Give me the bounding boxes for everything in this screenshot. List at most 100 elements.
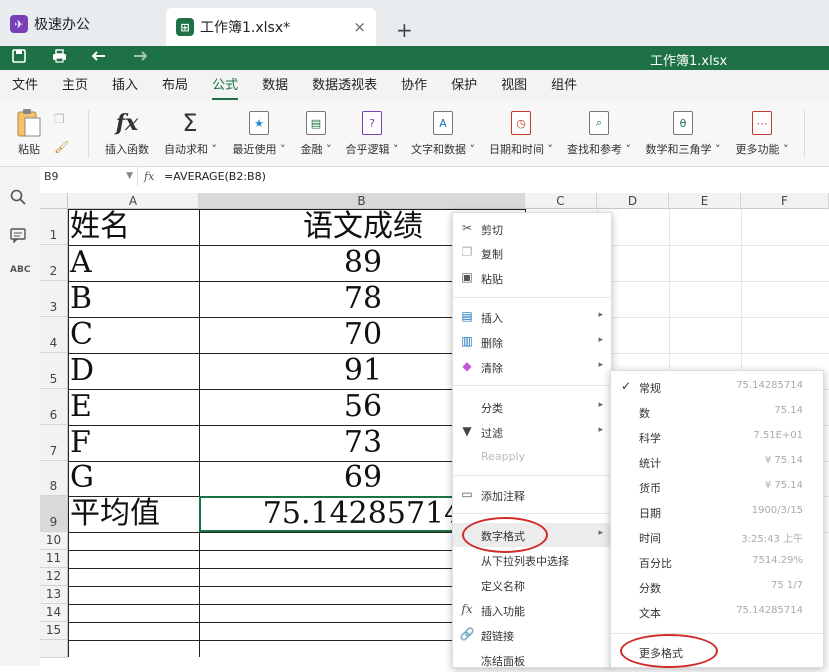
cell-a2[interactable]: A bbox=[70, 246, 92, 280]
format-general[interactable]: ✓ 常规 75.14285714 bbox=[611, 375, 823, 399]
format-painter-icon[interactable]: 🖌 bbox=[54, 140, 69, 154]
format-currency[interactable]: 货币 ¥ 75.14 bbox=[611, 475, 823, 499]
cell-a9[interactable]: 平均值 bbox=[70, 497, 160, 531]
comment-icon[interactable] bbox=[10, 227, 26, 247]
menu-item-label: Reapply bbox=[481, 450, 526, 463]
menu-home[interactable]: 主页 bbox=[50, 70, 100, 102]
format-accounting[interactable]: 统计 ¥ 75.14 bbox=[611, 450, 823, 474]
menu-item-copy[interactable]: ❐ 复制 bbox=[453, 241, 611, 265]
row-header[interactable]: 13 bbox=[40, 586, 68, 604]
column-header-a[interactable]: A bbox=[68, 193, 199, 209]
redo-icon[interactable] bbox=[132, 49, 148, 67]
cell-a7[interactable]: F bbox=[70, 426, 91, 460]
menu-item-cut[interactable]: ✂ 剪切 bbox=[453, 217, 611, 241]
row-header[interactable]: 1 bbox=[40, 209, 68, 245]
column-header-f[interactable]: F bbox=[741, 193, 829, 209]
autosum-button[interactable]: Σ 自动求和 ˅ bbox=[164, 108, 217, 157]
insert-function-button[interactable]: fx 插入函数 bbox=[102, 108, 152, 157]
more-functions-button[interactable]: ⋯ 更多功能 ˅ bbox=[734, 108, 790, 157]
menu-pivot[interactable]: 数据透视表 bbox=[300, 70, 389, 102]
menu-protect[interactable]: 保护 bbox=[439, 70, 489, 102]
tab-document[interactable]: ⊞ 工作簿1.xlsx* × bbox=[166, 8, 376, 46]
text-data-button[interactable]: A 文字和数据 ˅ bbox=[410, 108, 476, 157]
menu-item-filter[interactable]: ▼ 过滤 ▸ bbox=[453, 420, 611, 444]
format-preview: 1900/3/15 bbox=[751, 505, 803, 516]
math-button[interactable]: θ 数学和三角学 ˅ bbox=[644, 108, 722, 157]
logical-button[interactable]: ? 合乎逻辑 ˅ bbox=[344, 108, 400, 157]
name-box[interactable]: B9 ▼ bbox=[40, 167, 138, 186]
spellcheck-icon[interactable]: ABC bbox=[10, 265, 30, 275]
question-doc-icon: ? bbox=[344, 108, 400, 138]
format-fraction[interactable]: 分数 75 1/7 bbox=[611, 575, 823, 599]
close-icon[interactable]: × bbox=[353, 18, 366, 36]
tab-home[interactable]: ✈ 极速办公 bbox=[10, 6, 90, 42]
format-date[interactable]: 日期 1900/3/15 bbox=[611, 500, 823, 524]
cell-a5[interactable]: D bbox=[70, 354, 94, 388]
row-header[interactable]: 4 bbox=[40, 317, 68, 353]
cell-a8[interactable]: G bbox=[70, 461, 94, 495]
new-tab-button[interactable]: + bbox=[396, 12, 413, 48]
recent-button[interactable]: ★ 最近使用 ˅ bbox=[230, 108, 288, 157]
menu-item-freeze-panes[interactable]: 冻结面板 bbox=[453, 648, 611, 672]
row-header[interactable]: 6 bbox=[40, 389, 68, 425]
chevron-down-icon[interactable]: ▼ bbox=[126, 167, 133, 186]
row-header[interactable]: 7 bbox=[40, 425, 68, 461]
row-header[interactable]: 15 bbox=[40, 622, 68, 640]
lookup-button[interactable]: ⌕ 查找和参考 ˅ bbox=[566, 108, 632, 157]
row-header[interactable]: 5 bbox=[40, 353, 68, 389]
row-header[interactable]: 3 bbox=[40, 281, 68, 317]
column-header-b[interactable]: B bbox=[199, 193, 525, 209]
format-scientific[interactable]: 科学 7.51E+01 bbox=[611, 425, 823, 449]
cell-a6[interactable]: E bbox=[70, 390, 92, 424]
cell-a3[interactable]: B bbox=[70, 282, 92, 316]
menu-item-paste[interactable]: ▣ 粘贴 bbox=[453, 266, 611, 290]
row-header[interactable]: 10 bbox=[40, 532, 68, 550]
menu-item-define-name[interactable]: 定义名称 bbox=[453, 573, 611, 597]
row-header[interactable]: 11 bbox=[40, 550, 68, 568]
formula-input[interactable]: =AVERAGE(B2:B8) bbox=[164, 167, 266, 186]
menu-collab[interactable]: 协作 bbox=[389, 70, 439, 102]
menu-item-clear[interactable]: ◆ 清除 ▸ bbox=[453, 355, 611, 379]
paste-button[interactable]: 粘贴 bbox=[12, 108, 46, 157]
menu-view[interactable]: 视图 bbox=[489, 70, 539, 102]
financial-button[interactable]: ▤ 金融 ˅ bbox=[298, 108, 334, 157]
column-header-d[interactable]: D bbox=[597, 193, 669, 209]
column-header-e[interactable]: E bbox=[669, 193, 741, 209]
row-header[interactable]: 2 bbox=[40, 245, 68, 281]
select-all-corner[interactable] bbox=[40, 193, 68, 209]
row-header[interactable]: 8 bbox=[40, 461, 68, 496]
menu-formula[interactable]: 公式 bbox=[200, 70, 250, 102]
menu-components[interactable]: 组件 bbox=[539, 70, 589, 102]
menu-item-delete[interactable]: ▥ 删除 ▸ bbox=[453, 330, 611, 354]
undo-icon[interactable] bbox=[91, 49, 107, 67]
menu-file[interactable]: 文件 bbox=[0, 70, 50, 102]
column-header-c[interactable]: C bbox=[525, 193, 597, 209]
menu-item-sort[interactable]: 分类 ▸ bbox=[453, 395, 611, 419]
cell-a4[interactable]: C bbox=[70, 318, 93, 352]
fx-icon[interactable]: fx bbox=[144, 167, 154, 186]
row-header[interactable]: 9 bbox=[40, 496, 68, 532]
menu-item-label: 过滤 bbox=[481, 427, 503, 440]
menu-data[interactable]: 数据 bbox=[250, 70, 300, 102]
menu-insert[interactable]: 插入 bbox=[100, 70, 150, 102]
row-header[interactable]: 14 bbox=[40, 604, 68, 622]
menu-item-add-comment[interactable]: ▭ 添加注释 bbox=[453, 483, 611, 507]
menu-item-hyperlink[interactable]: 🔗 超链接 bbox=[453, 623, 611, 647]
menu-item-pick-from-list[interactable]: 从下拉列表中选择 bbox=[453, 548, 611, 572]
format-text[interactable]: 文本 75.14285714 bbox=[611, 600, 823, 624]
save-icon[interactable] bbox=[12, 49, 26, 67]
row-header[interactable]: 12 bbox=[40, 568, 68, 586]
chevron-right-icon: ▸ bbox=[598, 310, 603, 320]
cell-a1[interactable]: 姓名 bbox=[70, 210, 130, 244]
format-time[interactable]: 时间 3:25:43 上午 bbox=[611, 525, 823, 549]
copy-icon[interactable]: ❐ bbox=[54, 112, 65, 126]
menu-item-insert-function[interactable]: fx 插入功能 bbox=[453, 598, 611, 622]
format-number[interactable]: 数 75.14 bbox=[611, 400, 823, 424]
date-time-button[interactable]: ◷ 日期和时间 ˅ bbox=[488, 108, 554, 157]
menu-item-insert[interactable]: ▤ 插入 ▸ bbox=[453, 305, 611, 329]
format-percent[interactable]: 百分比 7514.29% bbox=[611, 550, 823, 574]
row-header[interactable] bbox=[40, 640, 68, 658]
search-icon[interactable] bbox=[10, 189, 26, 209]
print-icon[interactable] bbox=[52, 49, 67, 67]
menu-layout[interactable]: 布局 bbox=[150, 70, 200, 102]
